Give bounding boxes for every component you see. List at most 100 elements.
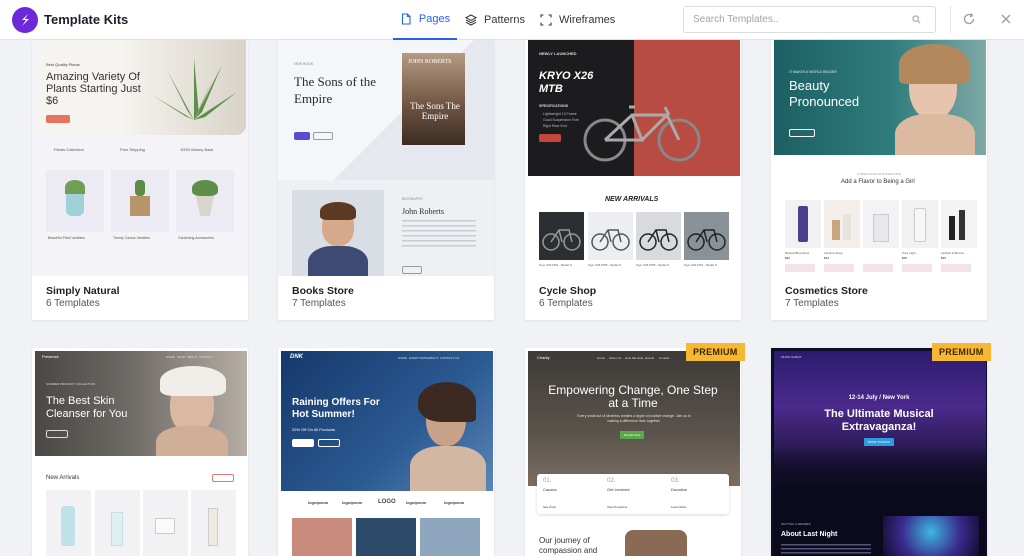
tab-wireframes[interactable]: Wireframes [540,0,615,40]
close-icon[interactable] [999,12,1013,26]
product-label: Pure Light [902,251,916,255]
author-bio-lines [402,220,476,250]
kit-template-count: 7 Templates [292,298,346,309]
hero-button [539,134,561,142]
nav-item: ABOUT [187,355,198,359]
product-photo [356,518,416,556]
kit-card-skincare[interactable]: Presence HOME SHOP ABOUT CONTACT SUMMER … [32,348,248,556]
product-tile [46,170,104,232]
product-tile [941,200,977,248]
product-label: Kryo X26 MTB - Model S [588,263,622,267]
hero-headline: KRYO X26 MTB [539,70,594,95]
hero-button [46,430,68,438]
product-buttons [785,264,977,272]
hero-button [313,132,333,140]
kit-card-music-event[interactable]: MUSIC EVENT 12-14 July / New York The Ul… [771,348,987,556]
app-logo-icon [12,7,38,33]
product-label: Kryo X20 FDS - Model S [684,263,717,267]
section-photo [625,530,687,556]
search-input[interactable] [693,7,903,32]
hero-headline: Empowering Change, One Step at a Time [548,383,718,410]
refresh-icon[interactable] [962,12,976,26]
layers-icon [465,14,477,26]
kit-card-dnk[interactable]: DNK HOME EVERYTHING ABOUT CONTACT US Rai… [278,348,494,556]
model-photo [889,44,981,155]
premium-badge: PREMIUM [686,343,745,361]
product-tile [785,200,821,248]
kit-card-simply-natural[interactable]: Best Quality Plants Amazing Variety Of P… [32,40,248,320]
spec-item: Good Suspension Fork [543,118,579,122]
site-logo: DNK [290,354,303,360]
hero-headline: Amazing Variety Of Plants Starting Just … [46,71,141,107]
kit-card-cosmetics-store[interactable]: IT MAKES A WORLD BIGGER Beauty Pronounce… [771,40,987,320]
brand-logo: logoipsum [444,500,465,505]
top-bar: Template Kits Pages Patterns Wireframes [0,0,1024,40]
premium-badge: PREMIUM [932,343,991,361]
nav-item: Events [645,356,655,360]
search-icon[interactable] [912,15,921,24]
kit-card-books-store[interactable]: NEW BOOK The Sons of the Empire JOHN ROB… [278,40,494,320]
tab-patterns[interactable]: Patterns [465,0,525,40]
bike-image [583,105,701,162]
product-price: $45 [941,256,947,260]
site-logo: MUSIC EVENT [781,355,802,359]
hero-cta: Donate Now [620,431,644,439]
kit-thumbnail: DNK HOME EVERYTHING ABOUT CONTACT US Rai… [278,348,494,556]
nav-item: CONTACT [199,355,214,359]
kit-thumbnail: NEWLY LAUNCHED KRYO X26 MTB SPECIFICATIO… [525,40,741,276]
hero-eyebrow: NEWLY LAUNCHED [539,51,577,56]
brand-logo: logoipsum [342,500,363,505]
product-tile [176,170,234,232]
product-label: Kryo X20 FDS - Model S [539,263,572,267]
section-title: New Arrivals [46,475,80,481]
nav-item: How We Help [625,356,644,360]
product-label: Lacrima Soap [824,251,843,255]
product-tile [588,212,633,260]
kit-name: Books Store [292,285,354,297]
hero-body: Every small act of kindness creates a ri… [577,414,691,423]
tab-pages[interactable]: Pages [393,0,457,40]
nav-item: SHOP [177,355,186,359]
hero-button [318,439,340,447]
document-icon [401,13,411,25]
nav-item: Contact [659,356,670,360]
product-tile [191,490,236,556]
section-title: Our journey of compassion and [539,536,598,555]
product-price: $34 [824,256,830,260]
hero-button [46,115,70,123]
product-label: Trendy Cactus Varieties [113,236,150,240]
step-number: 03. [671,478,680,484]
product-tile [684,212,729,260]
wireframe-icon [540,14,552,26]
spec-item: Rigid Rear End [543,124,567,128]
feature-1: Plants Collection [54,147,84,152]
hero-button [294,132,310,140]
product-tile [95,490,140,556]
search-box [683,6,936,33]
kit-card-charity[interactable]: Charity Home About Us How We Help Events… [525,348,741,556]
product-photo [420,518,480,556]
kit-card-cycle-shop[interactable]: NEWLY LAUNCHED KRYO X26 MTB SPECIFICATIO… [525,40,741,320]
tab-pages-label: Pages [418,13,451,25]
step-title: Donation [671,487,688,492]
product-tile [46,490,91,556]
hero-headline: The Ultimate Musical Extravaganza! [824,408,934,433]
kit-name: Cycle Shop [539,285,597,297]
specs-label: SPECIFICATIONS [539,104,569,108]
product-label: Beautiful Plant Varieties [48,236,85,240]
step-number: 01. [543,478,552,484]
nav-item: HOME [166,355,175,359]
spec-item: Lightweight 13 Frame [543,112,577,116]
step-title: Causes [543,487,557,492]
kit-thumbnail: IT MAKES A WORLD BIGGER Beauty Pronounce… [771,40,987,276]
kit-thumbnail: Best Quality Plants Amazing Variety Of P… [32,40,248,276]
feature-3: 100% Money Back [180,147,214,152]
brand-logo: LOGO [378,499,396,505]
product-tile [824,200,860,248]
nav-item: CONTACT US [440,356,460,360]
product-tile [863,200,899,248]
product-label: Natural Blue Rose [785,251,810,255]
section-eyebrow: A SPECTRUM OF ATTRACTION [857,172,902,176]
step-number: 02. [607,478,616,484]
product-label: Gardening Accessories [178,236,214,240]
